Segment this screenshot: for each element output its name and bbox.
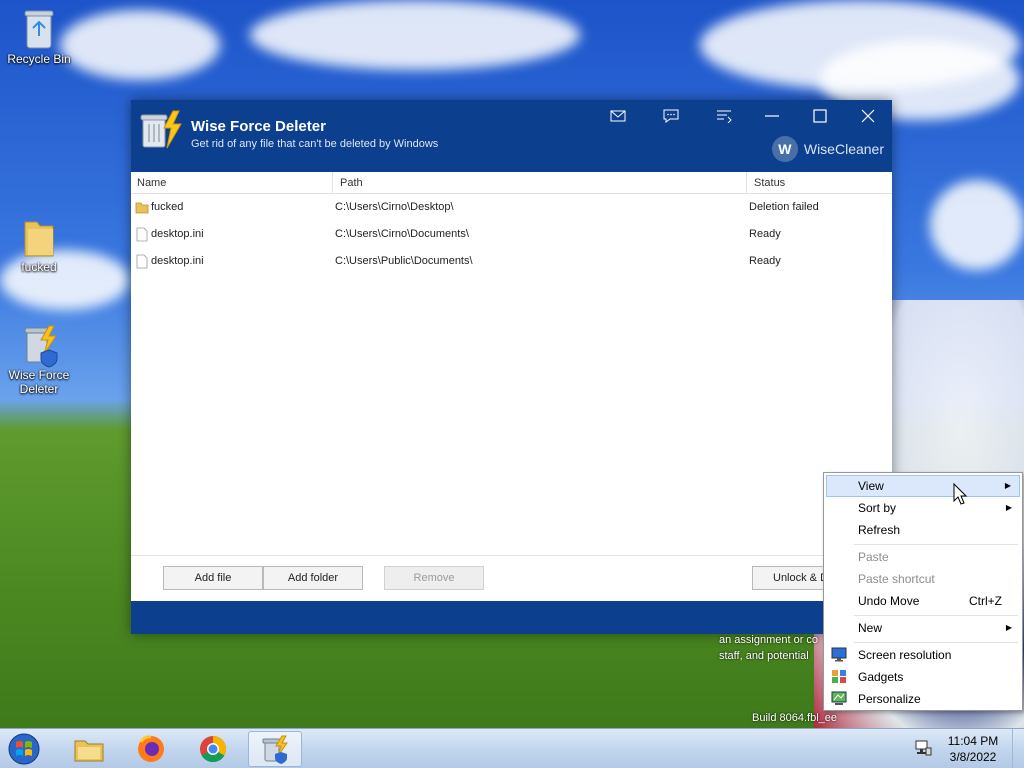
- watermark-build: Build 8064.fbl_ee: [752, 712, 838, 724]
- desktop-icon-recycle-bin[interactable]: Recycle Bin: [1, 6, 77, 66]
- menu-separator: [854, 615, 1018, 616]
- minimize-icon[interactable]: [759, 106, 785, 126]
- wise-force-deleter-icon: [19, 322, 59, 368]
- app-logo-icon: [139, 110, 185, 150]
- divider: [131, 555, 892, 556]
- wise-force-deleter-window: Wise Force Deleter Get rid of any file t…: [131, 100, 892, 634]
- file-list-header: Name Path Status: [131, 172, 892, 194]
- mouse-cursor-icon: [953, 482, 968, 508]
- menu-item-paste-shortcut[interactable]: Paste shortcut: [826, 568, 1020, 590]
- desktop-context-menu: View ▶ Sort by ▶ Refresh Paste Paste sho…: [823, 472, 1023, 711]
- menu-item-label: New: [858, 621, 883, 635]
- row-path: C:\Users\Cirno\Documents\: [335, 228, 469, 240]
- table-row[interactable]: desktop.ini C:\Users\Cirno\Documents\ Re…: [131, 221, 892, 248]
- chrome-icon: [200, 735, 227, 763]
- show-desktop-button[interactable]: [1012, 729, 1024, 768]
- taskbar-chrome[interactable]: [186, 731, 240, 767]
- menu-item-label: Gadgets: [858, 670, 904, 684]
- column-status[interactable]: Status: [748, 172, 888, 194]
- menu-icon[interactable]: [711, 106, 737, 126]
- app-subtitle: Get rid of any file that can't be delete…: [191, 138, 439, 150]
- taskbar-firefox[interactable]: [124, 731, 178, 767]
- menu-item-label: Screen resolution: [858, 648, 952, 662]
- brand-label: WiseCleaner: [803, 141, 884, 157]
- desktop-icon-label: Wise Force Deleter: [8, 368, 70, 396]
- menu-item-label: Undo Move: [858, 594, 920, 608]
- add-folder-button[interactable]: Add folder: [263, 566, 363, 590]
- feedback-icon[interactable]: [658, 106, 684, 126]
- menu-item-label: Paste shortcut: [858, 572, 935, 586]
- folder-icon: [19, 214, 59, 258]
- menu-item-label: Paste: [858, 550, 889, 564]
- row-status: Deletion failed: [749, 201, 819, 213]
- mail-icon[interactable]: [605, 106, 631, 126]
- row-name: desktop.ini: [151, 255, 204, 267]
- wisecleaner-logo-icon: W: [771, 136, 798, 162]
- personalize-icon: [831, 691, 847, 706]
- folder-icon: [135, 200, 149, 215]
- table-row[interactable]: fucked C:\Users\Cirno\Desktop\ Deletion …: [131, 194, 892, 221]
- file-icon: [135, 227, 149, 242]
- menu-item-label: View: [858, 479, 884, 493]
- submenu-arrow-icon: ▶: [1005, 503, 1012, 512]
- menu-item-label: Sort by: [858, 501, 897, 515]
- watermark-line-1: an assignment or co: [719, 634, 819, 646]
- row-path: C:\Users\Cirno\Desktop\: [335, 201, 454, 213]
- menu-separator: [854, 642, 1018, 643]
- close-icon[interactable]: [855, 106, 881, 126]
- submenu-arrow-icon: ▶: [1004, 481, 1011, 490]
- firefox-icon: [138, 735, 164, 762]
- network-icon[interactable]: [914, 739, 932, 757]
- window-footer: [131, 601, 892, 634]
- screen-resolution-icon: [831, 647, 847, 662]
- maximize-icon[interactable]: [807, 106, 833, 126]
- start-button[interactable]: [4, 732, 44, 766]
- wise-force-deleter-icon: [262, 735, 288, 764]
- row-status: Ready: [749, 255, 781, 267]
- row-name: desktop.ini: [151, 228, 204, 240]
- taskbar-explorer[interactable]: [62, 731, 116, 767]
- taskbar-wise-force-deleter[interactable]: [248, 731, 302, 767]
- desktop-icon-label: Recycle Bin: [7, 52, 71, 66]
- taskbar: 11:04 PM 3/8/2022: [0, 728, 1024, 768]
- wisecleaner-brand[interactable]: W WiseCleaner: [771, 136, 884, 162]
- menu-item-label: Refresh: [858, 523, 901, 537]
- submenu-arrow-icon: ▶: [1005, 623, 1012, 632]
- column-separator[interactable]: [332, 172, 333, 194]
- add-file-button[interactable]: Add file: [163, 566, 263, 590]
- menu-item-shortcut: Ctrl+Z: [969, 594, 1002, 608]
- clock-date: 3/8/2022: [949, 750, 997, 764]
- menu-item-gadgets[interactable]: Gadgets: [826, 666, 1020, 688]
- menu-item-view[interactable]: View ▶: [826, 475, 1020, 497]
- recycle-bin-icon: [19, 6, 59, 50]
- gadgets-icon: [831, 669, 847, 684]
- menu-item-refresh[interactable]: Refresh: [826, 519, 1020, 541]
- menu-item-sort-by[interactable]: Sort by ▶: [826, 497, 1020, 519]
- system-clock[interactable]: 11:04 PM 3/8/2022: [940, 733, 1006, 765]
- menu-item-paste[interactable]: Paste: [826, 546, 1020, 568]
- menu-item-personalize[interactable]: Personalize: [826, 688, 1020, 710]
- column-name[interactable]: Name: [131, 172, 331, 194]
- menu-item-undo-move[interactable]: Undo Move Ctrl+Z: [826, 590, 1020, 612]
- file-icon: [135, 254, 149, 269]
- column-separator[interactable]: [746, 172, 747, 194]
- clock-time: 11:04 PM: [947, 734, 999, 748]
- column-path[interactable]: Path: [334, 172, 746, 194]
- remove-button[interactable]: Remove: [384, 566, 484, 590]
- window-header[interactable]: Wise Force Deleter Get rid of any file t…: [131, 100, 892, 172]
- file-explorer-icon: [74, 740, 104, 762]
- row-status: Ready: [749, 228, 781, 240]
- row-path: C:\Users\Public\Documents\: [335, 255, 473, 267]
- table-row[interactable]: desktop.ini C:\Users\Public\Documents\ R…: [131, 248, 892, 275]
- menu-separator: [854, 544, 1018, 545]
- row-name: fucked: [151, 201, 184, 213]
- watermark-line-2: staff, and potential: [719, 650, 809, 662]
- desktop-icon-folder[interactable]: fucked: [1, 214, 77, 274]
- desktop-icon-wise-force-deleter[interactable]: Wise Force Deleter: [1, 322, 77, 396]
- desktop-icon-label: fucked: [21, 260, 57, 274]
- app-title: Wise Force Deleter: [191, 118, 326, 135]
- menu-item-label: Personalize: [858, 692, 921, 706]
- menu-item-new[interactable]: New ▶: [826, 617, 1020, 639]
- menu-item-screen-resolution[interactable]: Screen resolution: [826, 644, 1020, 666]
